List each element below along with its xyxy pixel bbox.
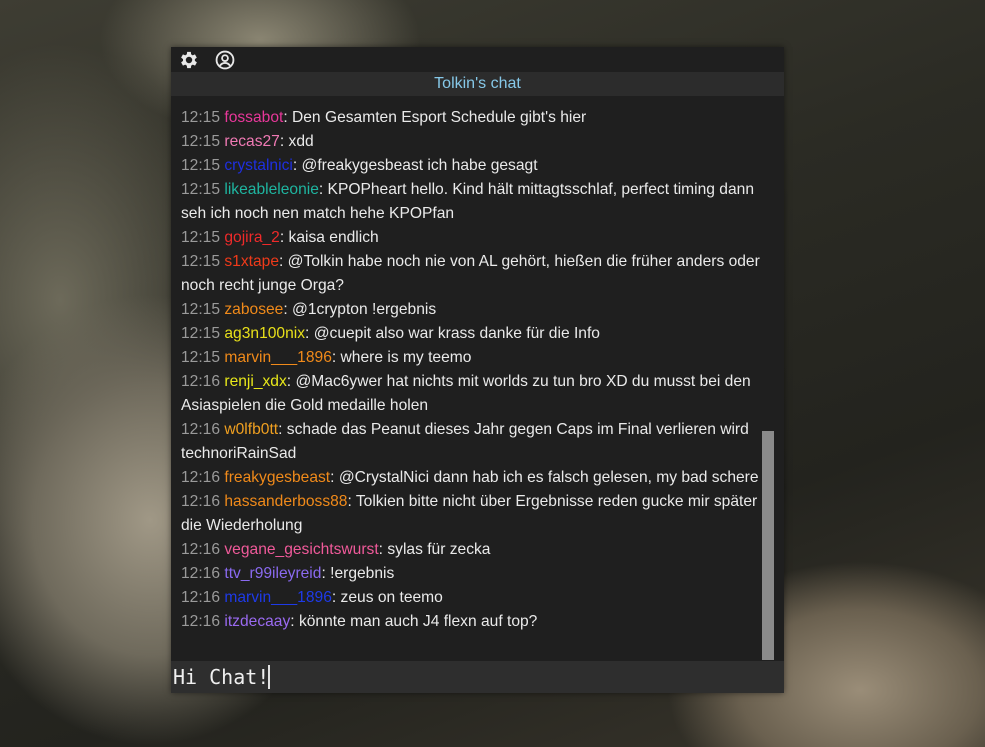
- message-timestamp: 12:15: [181, 109, 221, 126]
- message-username[interactable]: freakygesbeast: [224, 469, 330, 486]
- chat-window: Tolkin's chat 12:15 fossabot: Den Gesamt…: [171, 47, 784, 693]
- message-text: xdd: [288, 133, 314, 150]
- chat-message: 12:16 marvin___1896: zeus on teemo: [181, 586, 766, 610]
- message-text: zeus on teemo: [340, 589, 443, 606]
- chat-message: 12:16 vegane_gesichtswurst: sylas für ze…: [181, 538, 766, 562]
- message-username[interactable]: recas27: [224, 133, 279, 150]
- chat-message: 12:16 renji_xdx: @Mac6ywer hat nichts mi…: [181, 370, 766, 418]
- message-separator: :: [290, 613, 299, 630]
- message-separator: :: [279, 133, 289, 150]
- message-timestamp: 12:15: [181, 157, 221, 174]
- message-username[interactable]: hassanderboss88: [224, 493, 347, 510]
- message-username[interactable]: renji_xdx: [224, 373, 286, 390]
- chat-message: 12:15 crystalnici: @freakygesbeast ich h…: [181, 154, 766, 178]
- message-text: @cuepit also war krass danke für die Inf…: [313, 325, 600, 342]
- gear-icon[interactable]: [178, 49, 200, 71]
- chat-title: Tolkin's chat: [171, 72, 784, 96]
- chat-message: 12:16 hassanderboss88: Tolkien bitte nic…: [181, 490, 766, 538]
- message-timestamp: 12:15: [181, 325, 221, 342]
- message-text: sylas für zecka: [387, 541, 491, 558]
- message-timestamp: 12:15: [181, 301, 221, 318]
- message-timestamp: 12:16: [181, 373, 221, 390]
- message-username[interactable]: itzdecaay: [224, 613, 290, 630]
- chat-message: 12:15 zabosee: @1crypton !ergebnis: [181, 298, 766, 322]
- message-text: Den Gesamten Esport Schedule gibt's hier: [292, 109, 587, 126]
- message-text: !ergebnis: [330, 565, 395, 582]
- message-separator: :: [305, 325, 314, 342]
- message-timestamp: 12:16: [181, 421, 221, 438]
- chat-message: 12:15 ag3n100nix: @cuepit also war krass…: [181, 322, 766, 346]
- chat-input-bar: [171, 661, 784, 693]
- message-username[interactable]: gojira_2: [224, 229, 279, 246]
- message-timestamp: 12:15: [181, 253, 221, 270]
- toolbar: [171, 47, 784, 72]
- message-timestamp: 12:15: [181, 133, 221, 150]
- message-username[interactable]: likeableleonie: [224, 181, 319, 198]
- chat-message: 12:15 likeableleonie: KPOPheart hello. K…: [181, 178, 766, 226]
- chat-message: 12:15 marvin___1896: where is my teemo: [181, 346, 766, 370]
- message-separator: :: [283, 301, 293, 318]
- chat-message: 12:15 gojira_2: kaisa endlich: [181, 226, 766, 250]
- message-timestamp: 12:16: [181, 493, 221, 510]
- chat-message: 12:15 recas27: xdd: [181, 130, 766, 154]
- chat-message: 12:15 fossabot: Den Gesamten Esport Sche…: [181, 106, 766, 130]
- message-timestamp: 12:15: [181, 181, 221, 198]
- message-text: @CrystalNici dann hab ich es falsch gele…: [338, 469, 759, 486]
- text-caret: [268, 665, 270, 689]
- message-timestamp: 12:16: [181, 613, 221, 630]
- message-separator: :: [321, 565, 331, 582]
- message-username[interactable]: crystalnici: [224, 157, 292, 174]
- message-text: kaisa endlich: [288, 229, 379, 246]
- chat-message: 12:16 ttv_r99ileyreid: !ergebnis: [181, 562, 766, 586]
- message-list: 12:15 fossabot: Den Gesamten Esport Sche…: [181, 106, 766, 662]
- message-separator: :: [331, 349, 341, 366]
- message-timestamp: 12:16: [181, 565, 221, 582]
- message-timestamp: 12:16: [181, 469, 221, 486]
- message-timestamp: 12:16: [181, 541, 221, 558]
- chat-message: 12:16 itzdecaay: könnte man auch J4 flex…: [181, 610, 766, 634]
- message-timestamp: 12:15: [181, 229, 221, 246]
- message-username[interactable]: w0lfb0tt: [224, 421, 278, 438]
- message-username[interactable]: s1xtape: [224, 253, 279, 270]
- message-username[interactable]: marvin___1896: [224, 589, 332, 606]
- message-separator: :: [318, 181, 328, 198]
- message-separator: :: [279, 229, 289, 246]
- message-text: @1crypton !ergebnis: [292, 301, 437, 318]
- user-circle-icon[interactable]: [214, 49, 236, 71]
- scrollbar[interactable]: [762, 431, 774, 660]
- chat-input[interactable]: [173, 661, 773, 693]
- message-username[interactable]: vegane_gesichtswurst: [224, 541, 378, 558]
- message-text: @freakygesbeast ich habe gesagt: [301, 157, 538, 174]
- message-username[interactable]: ag3n100nix: [224, 325, 305, 342]
- message-username[interactable]: marvin___1896: [224, 349, 332, 366]
- message-separator: :: [330, 469, 339, 486]
- message-separator: :: [347, 493, 356, 510]
- message-timestamp: 12:16: [181, 589, 221, 606]
- message-username[interactable]: fossabot: [224, 109, 283, 126]
- chat-message: 12:16 freakygesbeast: @CrystalNici dann …: [181, 466, 766, 490]
- message-text: könnte man auch J4 flexn auf top?: [298, 613, 538, 630]
- message-timestamp: 12:15: [181, 349, 221, 366]
- message-separator: :: [279, 253, 288, 270]
- chat-message: 12:15 s1xtape: @Tolkin habe noch nie von…: [181, 250, 766, 298]
- message-username[interactable]: ttv_r99ileyreid: [224, 565, 321, 582]
- message-username[interactable]: zabosee: [224, 301, 283, 318]
- message-separator: :: [331, 589, 341, 606]
- message-text: where is my teemo: [340, 349, 472, 366]
- message-separator: :: [292, 157, 302, 174]
- message-separator: :: [278, 421, 287, 438]
- message-separator: :: [283, 109, 292, 126]
- chat-message: 12:16 w0lfb0tt: schade das Peanut dieses…: [181, 418, 766, 466]
